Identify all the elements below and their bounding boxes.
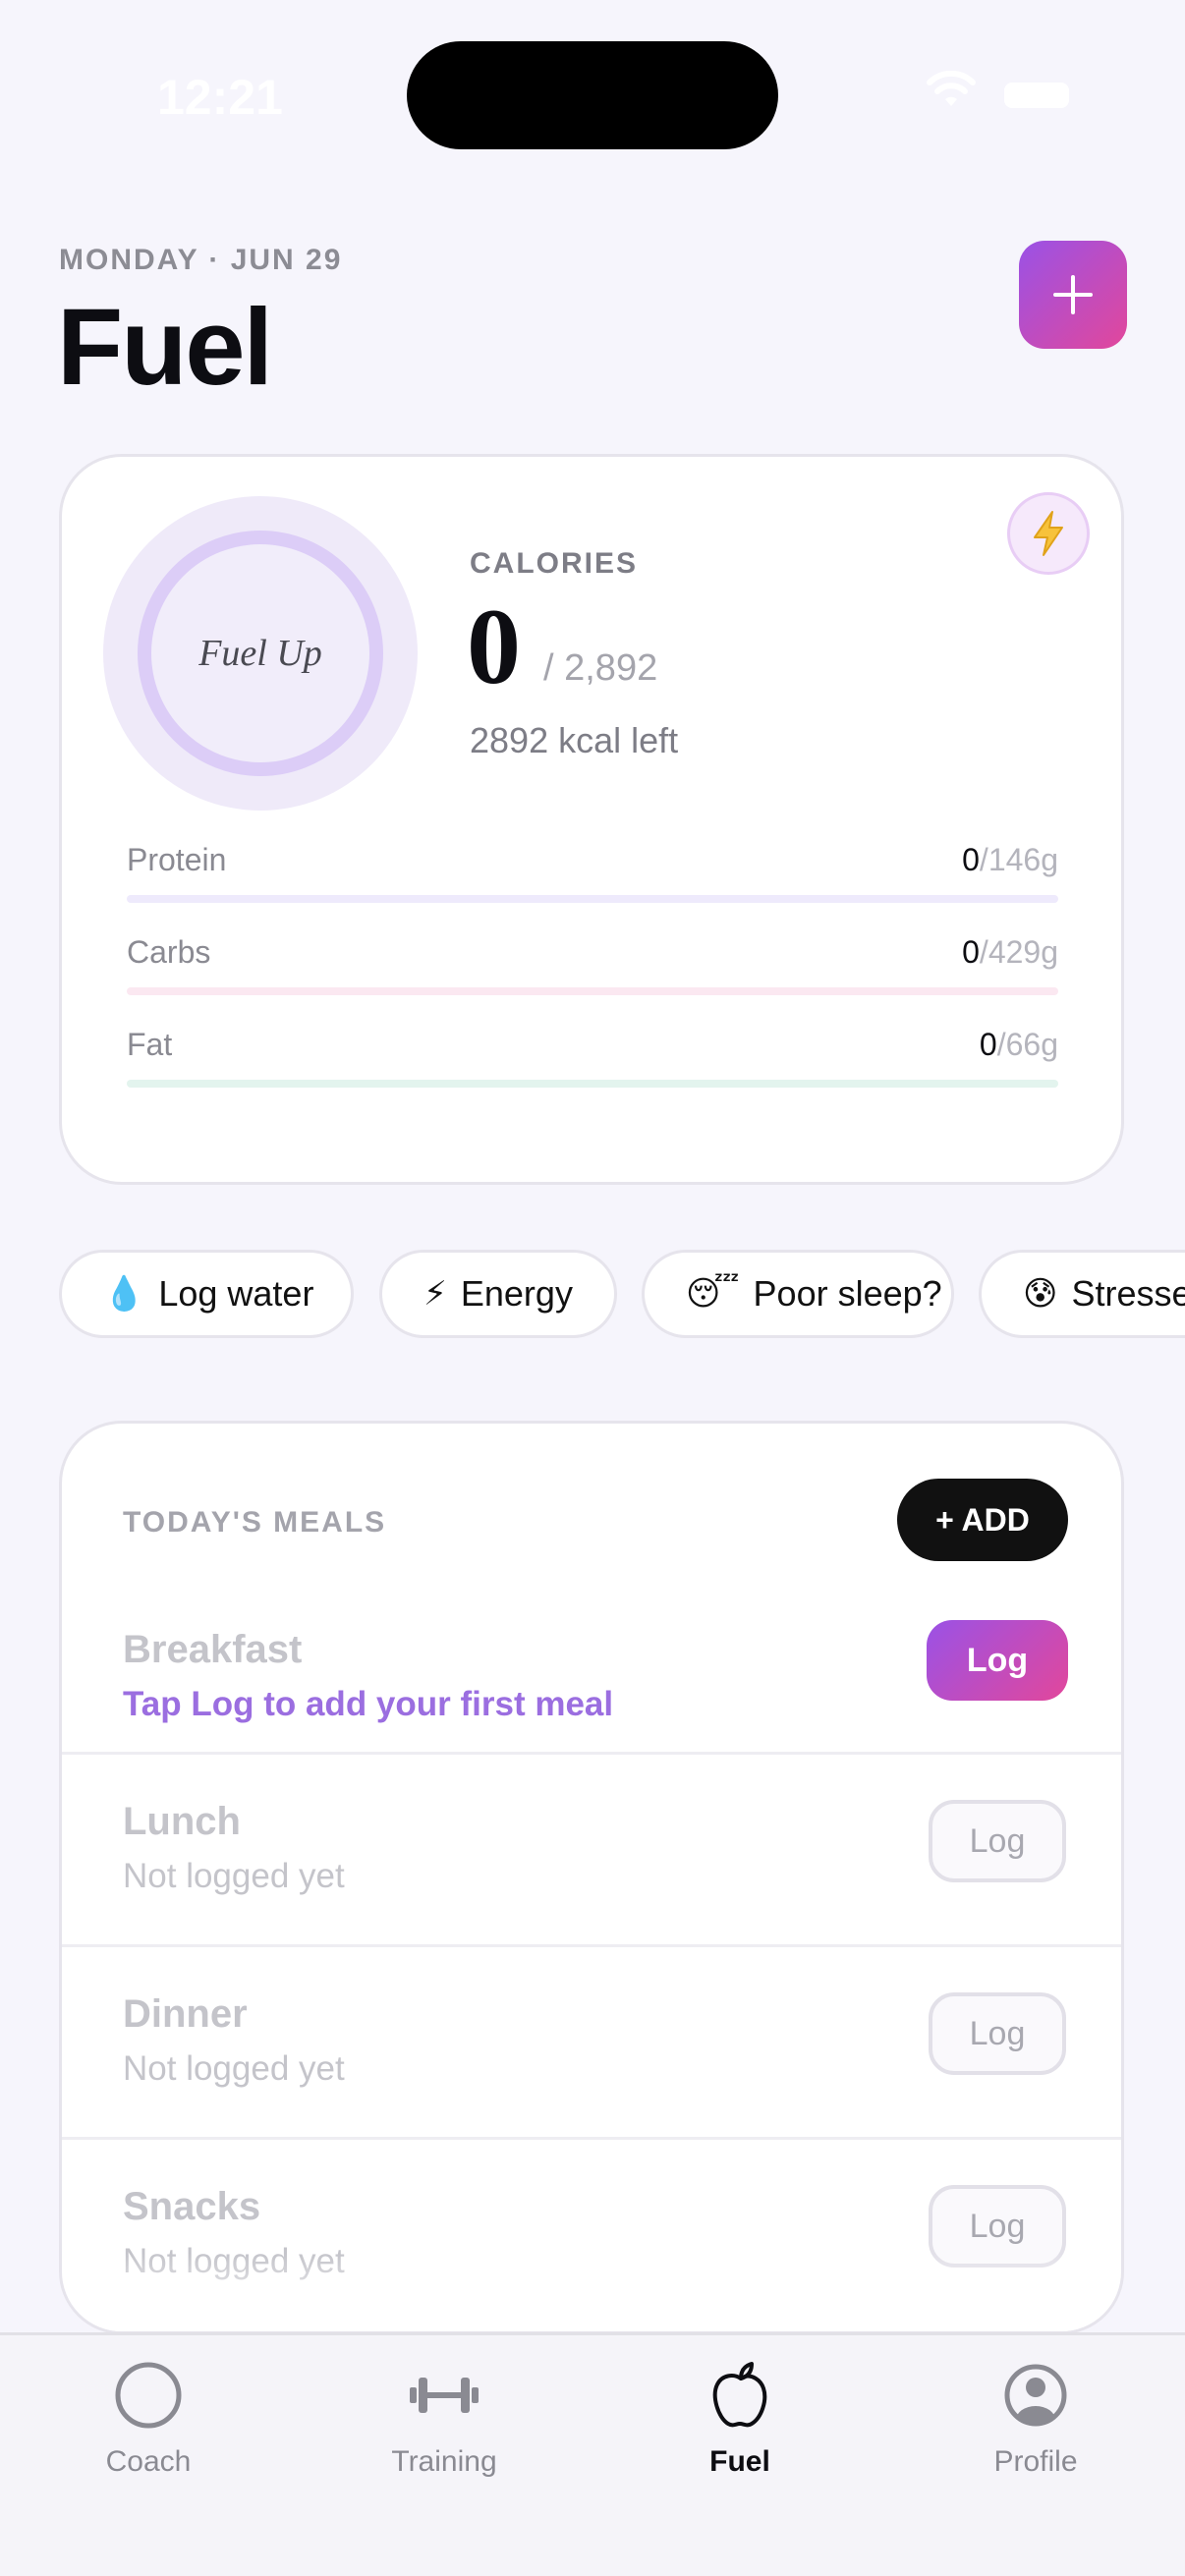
calories-left: 2892 kcal left	[470, 720, 679, 760]
tab-label: Training	[391, 2445, 497, 2478]
macro-name: Carbs	[127, 934, 211, 970]
calories-goal: / 2,892	[543, 647, 658, 689]
calories-value: 0	[467, 587, 521, 706]
page-title: Fuel	[57, 287, 273, 408]
chip-label: Stressed	[1071, 1273, 1185, 1314]
meal-name: Lunch	[123, 1800, 241, 1843]
ring-label: Fuel Up	[198, 633, 322, 674]
status-time: 12:21	[157, 70, 283, 125]
log-lunch-button[interactable]: Log	[929, 1800, 1066, 1882]
anxious-face-icon: 😰	[1023, 1275, 1058, 1313]
macro-goal: /66g	[996, 1027, 1058, 1062]
macro-amount: 0/429g	[962, 934, 1058, 971]
wifi-icon	[927, 71, 976, 106]
log-breakfast-button[interactable]: Log	[927, 1620, 1068, 1701]
tab-label: Coach	[105, 2445, 192, 2478]
dumbbell-icon	[408, 2359, 480, 2432]
meal-status: Not logged yet	[123, 2049, 345, 2088]
macro-current: 0	[962, 842, 980, 877]
scroll-fade	[62, 2253, 1121, 2331]
meal-row-lunch: Lunch Not logged yet Log	[62, 1752, 1121, 1944]
macro-row-fat: Fat 0/66g	[127, 1027, 1058, 1105]
chip-label: Log water	[158, 1273, 314, 1314]
macro-goal: /146g	[979, 842, 1058, 877]
macro-goal: /429g	[979, 934, 1058, 970]
meal-status: Not logged yet	[123, 1857, 345, 1895]
macro-progress-bar	[127, 1080, 1058, 1088]
plus-icon	[1053, 275, 1093, 314]
date-label: MONDAY · JUN 29	[59, 244, 343, 276]
lightning-icon: ⚡	[423, 1275, 447, 1313]
macro-current: 0	[979, 1027, 997, 1062]
tab-training[interactable]: Training	[296, 2335, 592, 2492]
macro-amount: 0/66g	[980, 1027, 1058, 1063]
water-drop-icon: 💧	[103, 1275, 145, 1313]
battery-icon	[1004, 83, 1069, 108]
apple-icon	[704, 2359, 776, 2432]
macro-row-carbs: Carbs 0/429g	[127, 934, 1058, 1013]
macro-amount: 0/146g	[962, 842, 1058, 878]
calorie-card: Fuel Up CALORIES 0 / 2,892 2892 kcal lef…	[59, 454, 1124, 1185]
lightning-glyph	[1034, 511, 1063, 556]
meal-name: Breakfast	[123, 1628, 303, 1671]
quick-action-chips: 💧 Log water ⚡ Energy 😴 Poor sleep? 😰 Str…	[59, 1250, 1185, 1338]
add-meal-button[interactable]: + ADD	[897, 1479, 1068, 1561]
chip-label: Energy	[460, 1273, 573, 1314]
tab-label: Fuel	[709, 2445, 770, 2478]
meals-title: TODAY'S MEALS	[123, 1506, 387, 1539]
calorie-ring-inner: Fuel Up	[138, 531, 383, 776]
macro-current: 0	[962, 934, 980, 970]
macro-name: Fat	[127, 1027, 173, 1062]
log-dinner-button[interactable]: Log	[929, 1992, 1066, 2075]
person-icon	[999, 2359, 1072, 2432]
tab-fuel[interactable]: Fuel	[592, 2335, 888, 2492]
todays-meals-card: TODAY'S MEALS + ADD Breakfast Tap Log to…	[59, 1421, 1124, 2334]
meal-name: Dinner	[123, 1992, 248, 2036]
chip-log-water[interactable]: 💧 Log water	[59, 1250, 354, 1338]
macro-name: Protein	[127, 842, 227, 877]
chip-energy[interactable]: ⚡ Energy	[379, 1250, 617, 1338]
tab-bar: Coach Training Fuel Profile	[0, 2332, 1185, 2576]
lightning-icon[interactable]	[1007, 492, 1090, 575]
meal-row-dinner: Dinner Not logged yet Log	[62, 1944, 1121, 2137]
chip-poor-sleep[interactable]: 😴 Poor sleep?	[642, 1250, 954, 1338]
macro-progress-bar	[127, 895, 1058, 903]
tab-coach[interactable]: Coach	[0, 2335, 297, 2492]
macro-row-protein: Protein 0/146g	[127, 842, 1058, 921]
chip-label: Poor sleep?	[753, 1273, 942, 1314]
meal-name: Snacks	[123, 2185, 261, 2228]
tab-label: Profile	[993, 2445, 1078, 2478]
calories-label: CALORIES	[470, 547, 639, 580]
add-entry-button[interactable]	[1019, 241, 1127, 349]
circle-icon	[112, 2359, 185, 2432]
sleepy-face-icon: 😴	[686, 1275, 740, 1313]
tab-profile[interactable]: Profile	[887, 2335, 1184, 2492]
macro-progress-bar	[127, 987, 1058, 995]
chip-stressed[interactable]: 😰 Stressed	[979, 1250, 1185, 1338]
dynamic-island	[407, 41, 778, 149]
meal-hint: Tap Log to add your first meal	[123, 1685, 614, 1723]
